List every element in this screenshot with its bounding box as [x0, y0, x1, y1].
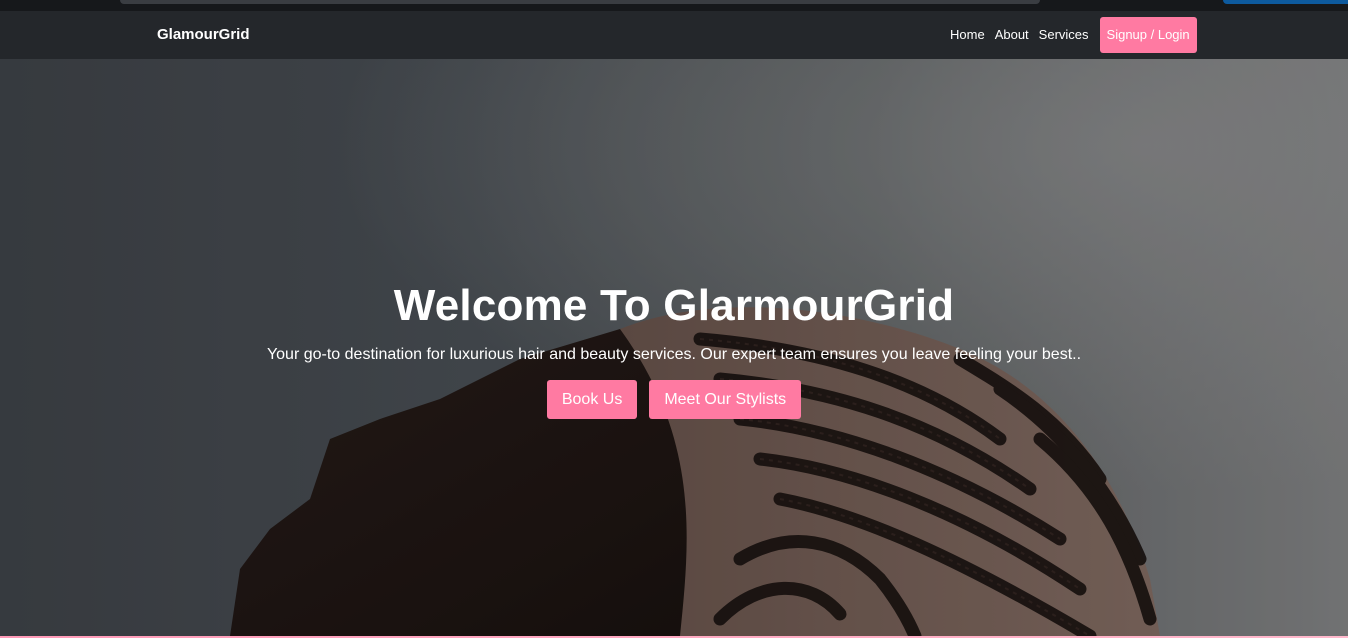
hero-title: Welcome To GlarmourGrid — [393, 281, 955, 330]
brand-logo-link[interactable]: GlamourGrid — [157, 26, 250, 43]
signup-login-button[interactable]: Signup / Login — [1099, 17, 1197, 53]
browser-address-bar[interactable] — [120, 0, 1040, 4]
nav-links: Home About Services Signup / Login — [945, 17, 1197, 53]
hero-section: Welcome To GlarmourGrid Your go-to desti… — [0, 59, 1348, 636]
hero-subtitle: Your go-to destination for luxurious hai… — [266, 346, 1082, 363]
nav-link-about[interactable]: About — [995, 27, 1029, 43]
top-navbar: GlamourGrid Home About Services Signup /… — [0, 11, 1348, 59]
browser-chrome-strip — [0, 0, 1348, 11]
browser-accent-bar — [1223, 0, 1348, 4]
hero-button-group: Book Us Meet Our Stylists — [0, 380, 1348, 419]
nav-link-home[interactable]: Home — [950, 27, 985, 43]
hero-content: Welcome To GlarmourGrid Your go-to desti… — [0, 281, 1348, 419]
book-us-button[interactable]: Book Us — [546, 380, 638, 419]
meet-stylists-button[interactable]: Meet Our Stylists — [649, 380, 802, 419]
nav-link-services[interactable]: Services — [1039, 27, 1089, 43]
